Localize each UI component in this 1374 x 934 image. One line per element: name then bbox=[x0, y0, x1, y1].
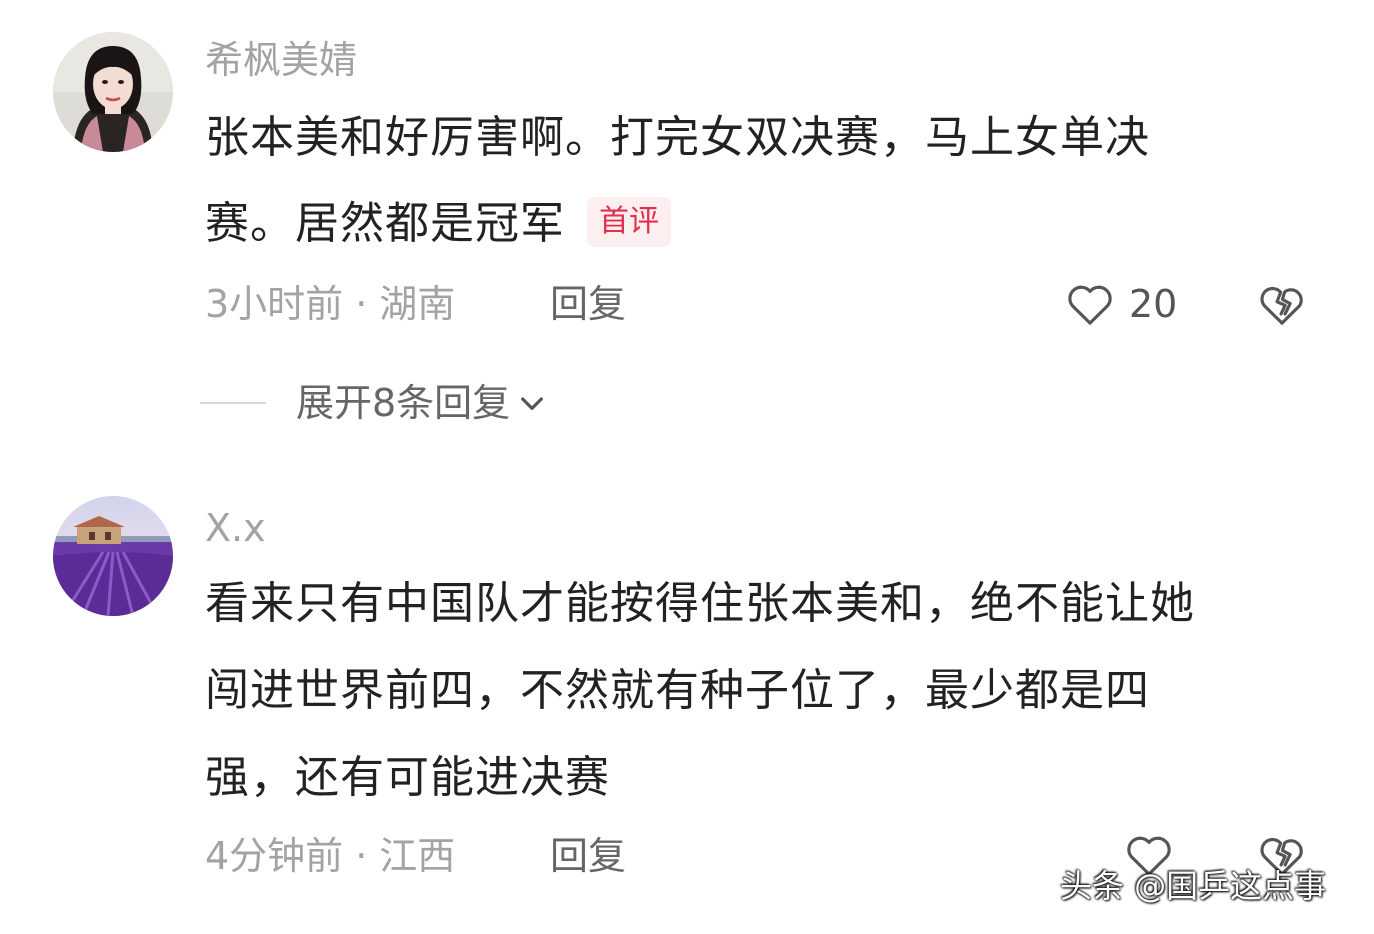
comment-location: 湖南 bbox=[379, 282, 456, 326]
expand-replies-label: 展开8条回复 bbox=[296, 381, 511, 425]
user-portrait-icon bbox=[53, 32, 173, 152]
meta-separator: · bbox=[355, 834, 368, 878]
comment-meta: 3小时前 · 湖南 bbox=[205, 282, 455, 326]
comment-text: 赛。居然都是冠军 bbox=[205, 198, 565, 249]
username[interactable]: X.x bbox=[205, 506, 266, 550]
username[interactable]: 希枫美婧 bbox=[205, 38, 357, 82]
avatar[interactable] bbox=[53, 32, 173, 152]
dislike-button[interactable] bbox=[1255, 277, 1309, 331]
chevron-down-icon bbox=[521, 397, 544, 410]
expand-replies-button[interactable]: 展开8条回复 bbox=[200, 378, 548, 428]
heart-outline-icon bbox=[1068, 285, 1112, 325]
comment-text-line: 张本美和好厉害啊。打完女双决赛，马上女单决 bbox=[205, 112, 1150, 163]
comment-text-line: 闯进世界前四，不然就有种子位了，最少都是四 bbox=[205, 665, 1150, 716]
comment-time: 3小时前 bbox=[205, 282, 344, 326]
comment-time: 4分钟前 bbox=[205, 834, 344, 878]
meta-separator: · bbox=[355, 282, 368, 326]
broken-heart-icon bbox=[1260, 286, 1303, 325]
lavender-field-icon bbox=[53, 496, 173, 616]
comment-meta: 4分钟前 · 江西 bbox=[205, 834, 455, 878]
like-count: 20 bbox=[1129, 282, 1178, 326]
reply-button[interactable]: 回复 bbox=[550, 834, 626, 878]
comment-list: 希枫美婧 张本美和好厉害啊。打完女双决赛，马上女单决 赛。居然都是冠军 首评 3小… bbox=[0, 0, 1374, 934]
like-button[interactable]: 20 bbox=[1063, 277, 1177, 331]
comment-text-line: 赛。居然都是冠军 首评 bbox=[205, 197, 671, 251]
comment-location: 江西 bbox=[379, 834, 456, 878]
comment-text-line: 强，还有可能进决赛 bbox=[205, 752, 610, 803]
divider-line bbox=[200, 402, 266, 404]
comment-text-line: 看来只有中国队才能按得住张本美和，绝不能让她 bbox=[205, 578, 1195, 629]
first-comment-badge: 首评 bbox=[587, 197, 671, 247]
watermark: 头条 @国乒这点事 bbox=[1060, 867, 1327, 905]
avatar[interactable] bbox=[53, 496, 173, 616]
reply-button[interactable]: 回复 bbox=[550, 282, 626, 326]
